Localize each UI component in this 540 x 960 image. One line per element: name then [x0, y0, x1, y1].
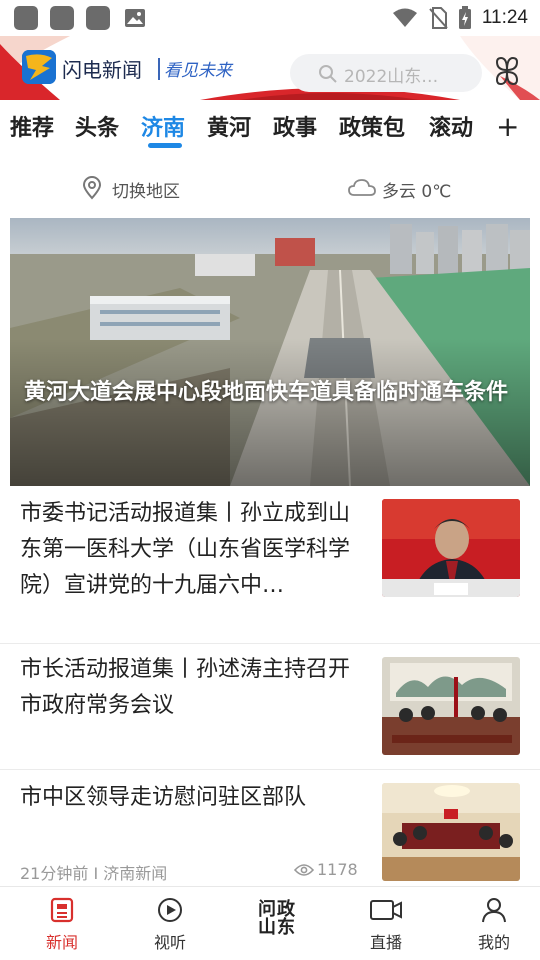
tab-yellow-river[interactable]: 黄河: [207, 110, 251, 142]
status-bar: 11:24: [0, 0, 540, 36]
tab-policy-pack[interactable]: 政策包: [339, 110, 405, 142]
switch-region-link[interactable]: 切换地区: [112, 177, 180, 202]
eye-icon: [294, 863, 314, 876]
news-source: 济南新闻: [103, 864, 168, 883]
cloud-icon: [348, 179, 376, 196]
news-icon: [50, 897, 74, 923]
play-icon: [158, 898, 182, 922]
search-placeholder: 2022山东…: [344, 67, 439, 87]
app-name: 闪电新闻: [62, 58, 142, 82]
news-item[interactable]: 市中区领导走访慰问驻区部队 21分钟前 I 济南新闻 1178: [0, 770, 540, 886]
location-pin-icon: [82, 176, 102, 200]
wifi-icon: [392, 8, 417, 27]
channel-tabs: 推荐 头条 济南 黄河 政事 政策包 滚动 +: [0, 100, 540, 156]
hero-image: [10, 218, 530, 486]
notification-app-icon: [86, 6, 110, 30]
nav-profile-label: 我的: [477, 933, 510, 952]
nav-news-label: 新闻: [45, 933, 78, 952]
bottom-navigation: 新闻 视听 问政 山东 直播 我的: [0, 886, 540, 960]
app-header: 闪电新闻 看见未来 2022山东…: [0, 36, 540, 100]
news-thumbnail: [382, 499, 520, 597]
view-count: 1178: [294, 860, 358, 879]
tab-politics[interactable]: 政事: [273, 110, 317, 142]
nav-video[interactable]: 视听: [130, 897, 210, 953]
news-thumbnail: [382, 657, 520, 755]
wenzheng-logo[interactable]: 问政 山东: [250, 901, 304, 937]
news-title: 市长活动报道集丨孙述涛主持召开市政府常务会议: [20, 657, 351, 718]
hero-banner[interactable]: 黄河大道会展中心段地面快车道具备临时通车条件: [10, 218, 530, 486]
news-thumbnail: [382, 783, 520, 881]
apps-icon[interactable]: [491, 56, 523, 86]
search-bar[interactable]: 2022山东…: [290, 54, 482, 92]
notification-app-icon: [14, 6, 38, 30]
news-item[interactable]: 市长活动报道集丨孙述涛主持召开市政府常务会议: [0, 644, 540, 770]
nav-news[interactable]: 新闻: [22, 897, 102, 953]
news-item[interactable]: 市委书记活动报道集丨孙立成到山东第一医科大学（山东省医学科学院）宣讲党的十九届六…: [0, 486, 540, 644]
tab-rolling[interactable]: 滚动: [429, 110, 473, 142]
add-channel-button[interactable]: +: [496, 110, 519, 143]
search-icon: [319, 65, 337, 83]
view-count-value: 1178: [317, 860, 358, 879]
person-icon: [482, 898, 506, 923]
notification-app-icon: [50, 6, 74, 30]
app-slogan: 看见未来: [164, 61, 232, 81]
no-sim-icon: [429, 7, 448, 29]
camera-icon: [370, 900, 402, 920]
news-time: 21分钟前: [20, 864, 89, 883]
news-title: 市委书记活动报道集丨孙立成到山东第一医科大学（山东省医学科学院）宣讲党的十九届六…: [20, 501, 351, 598]
image-icon: [125, 9, 145, 27]
weather-text: 多云 0℃: [382, 182, 452, 202]
nav-live-label: 直播: [369, 933, 402, 952]
nav-video-label: 视听: [153, 933, 186, 952]
logo-divider: [158, 58, 160, 80]
clock: 11:24: [481, 7, 528, 28]
nav-profile[interactable]: 我的: [454, 897, 534, 953]
tab-recommend[interactable]: 推荐: [10, 110, 54, 142]
battery-charging-icon: [458, 6, 471, 29]
hero-title: 黄河大道会展中心段地面快车道具备临时通车条件: [24, 380, 509, 405]
location-weather-row: 切换地区 多云 0℃: [0, 168, 540, 208]
nav-live[interactable]: 直播: [346, 897, 426, 953]
app-logo: [22, 50, 56, 84]
tab-headlines[interactable]: 头条: [75, 110, 119, 142]
active-tab-indicator: [148, 143, 182, 148]
meta-separator: I: [93, 864, 104, 883]
news-meta: 21分钟前 I 济南新闻: [20, 860, 167, 884]
tab-jinan[interactable]: 济南: [141, 110, 185, 142]
news-title: 市中区领导走访慰问驻区部队: [20, 785, 307, 810]
